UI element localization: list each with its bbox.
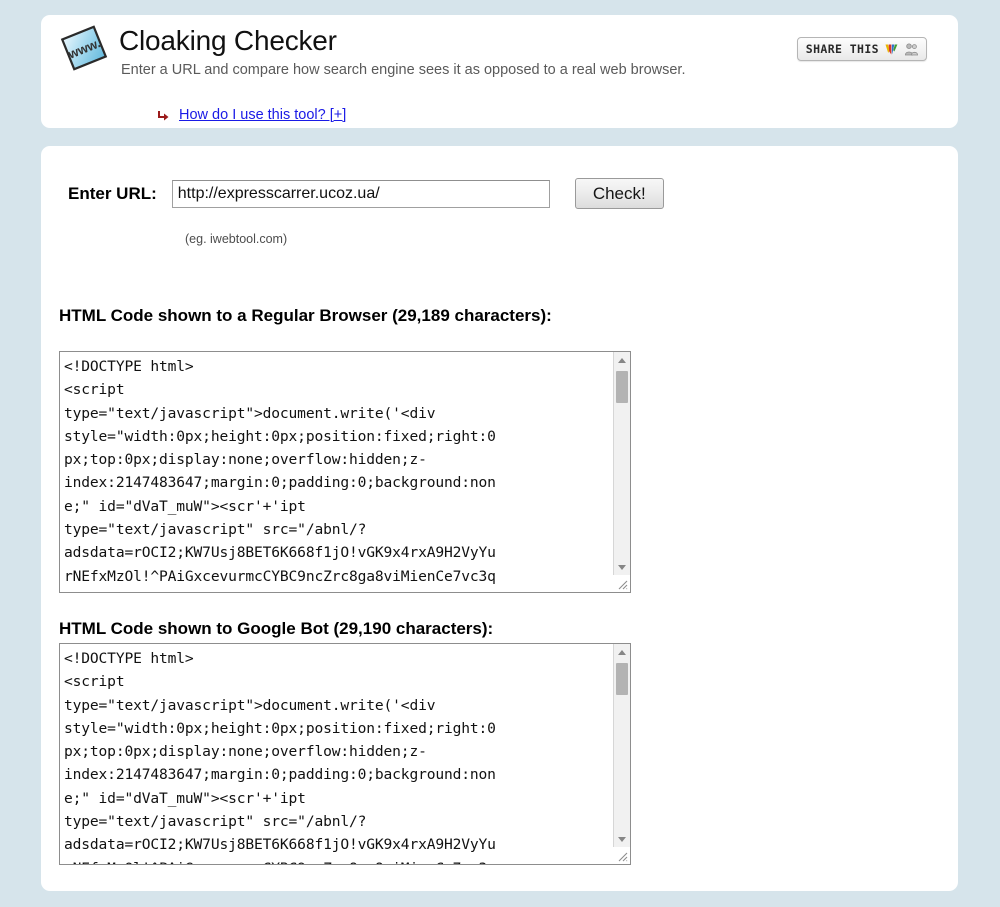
main-panel: Enter URL: Check! (eg. iwebtool.com) HTM…	[41, 146, 958, 891]
url-input[interactable]	[171, 179, 550, 208]
sharethis-v-icon	[884, 42, 899, 57]
scroll-up-icon[interactable]	[614, 644, 630, 660]
header-panel: www. Cloaking Checker Enter a URL and co…	[41, 15, 958, 128]
arrow-down-right-icon	[157, 109, 170, 122]
scrollbar-thumb[interactable]	[616, 663, 628, 695]
share-this-button[interactable]: SHARE THIS	[796, 37, 927, 61]
browser-code-heading: HTML Code shown to a Regular Browser (29…	[59, 306, 552, 325]
bot-code-text[interactable]: <!DOCTYPE html> <script type="text/javas…	[60, 644, 613, 864]
textarea-resize-grip[interactable]	[613, 575, 630, 592]
scroll-down-icon[interactable]	[614, 559, 630, 575]
check-button[interactable]: Check!	[574, 178, 664, 209]
scroll-down-icon[interactable]	[614, 831, 630, 847]
page-title: Cloaking Checker	[119, 25, 337, 56]
textarea-resize-grip[interactable]	[613, 847, 630, 864]
www-diamond-icon: www.	[56, 24, 114, 72]
bot-code-heading: HTML Code shown to Google Bot (29,190 ch…	[59, 619, 494, 638]
page-subtitle: Enter a URL and compare how search engin…	[121, 62, 686, 78]
bot-code-scrollbar[interactable]	[613, 644, 630, 864]
share-this-label: SHARE THIS	[805, 42, 879, 56]
scrollbar-thumb[interactable]	[616, 371, 628, 403]
scroll-up-icon[interactable]	[614, 352, 630, 368]
browser-code-textarea[interactable]: <!DOCTYPE html> <script type="text/javas…	[59, 351, 631, 593]
url-label: Enter URL:	[68, 183, 157, 203]
howto-link[interactable]: How do I use this tool? [+]	[179, 107, 346, 123]
howto-row[interactable]: How do I use this tool? [+]	[157, 107, 346, 123]
bot-code-textarea[interactable]: <!DOCTYPE html> <script type="text/javas…	[59, 643, 631, 865]
url-example-note: (eg. iwebtool.com)	[185, 232, 288, 246]
page-root: www. Cloaking Checker Enter a URL and co…	[0, 0, 1000, 907]
title-block: Cloaking Checker Enter a URL and compare…	[119, 25, 685, 79]
url-form-row: Enter URL: Check!	[68, 178, 664, 209]
people-icon	[904, 42, 919, 57]
browser-code-text[interactable]: <!DOCTYPE html> <script type="text/javas…	[60, 352, 613, 592]
browser-code-scrollbar[interactable]	[613, 352, 630, 592]
